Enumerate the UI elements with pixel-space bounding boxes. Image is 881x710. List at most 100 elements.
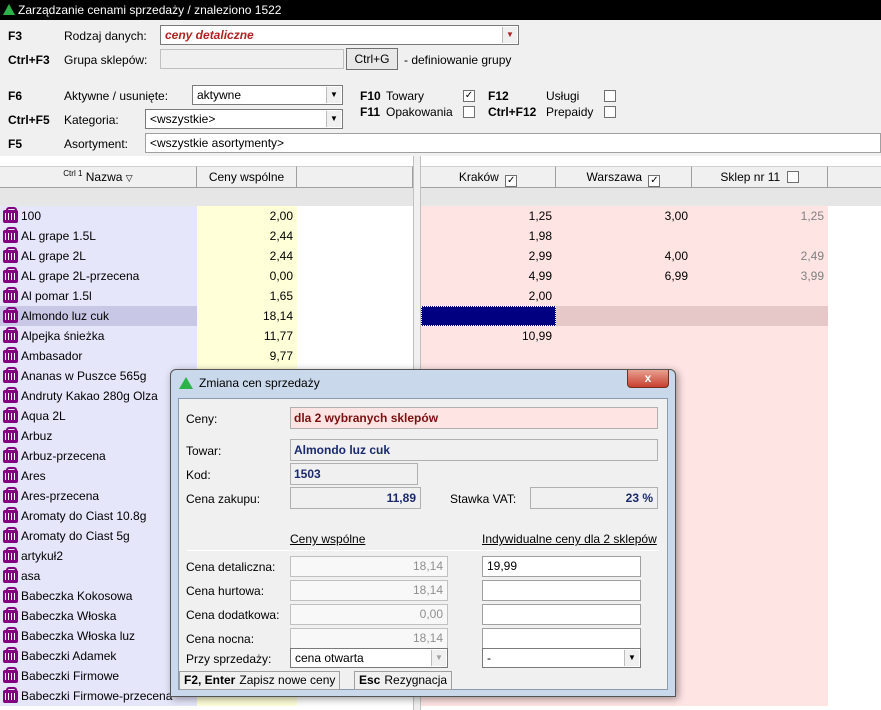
table-row[interactable]: Ambasador 9,77: [0, 346, 881, 366]
store-krakow-checkbox[interactable]: ✓: [505, 175, 518, 187]
row-warszawa-price[interactable]: [556, 306, 692, 326]
row-krakow-price[interactable]: 10,99: [421, 326, 556, 346]
store-group-field[interactable]: [160, 49, 344, 69]
row-name-cell[interactable]: Babeczki Firmowe-przecena: [0, 686, 197, 706]
row-name-cell[interactable]: Alpejka śnieżka: [0, 326, 197, 346]
row-common-price[interactable]: 2,44: [197, 226, 297, 246]
row-warszawa-price[interactable]: [556, 226, 692, 246]
row-common-price[interactable]: 18,14: [197, 306, 297, 326]
row-store-11-price[interactable]: [692, 546, 828, 566]
row-store-11-price[interactable]: [692, 486, 828, 506]
type-packaging-checkbox[interactable]: [463, 106, 475, 118]
row-common-price[interactable]: 0,00: [197, 266, 297, 286]
chevron-down-icon[interactable]: ▼: [326, 111, 341, 127]
store-warszawa-checkbox[interactable]: ✓: [648, 175, 661, 187]
row-store-11-price[interactable]: [692, 506, 828, 526]
row-store-11-price[interactable]: [692, 226, 828, 246]
row-name-cell[interactable]: 100: [0, 206, 197, 226]
row-krakow-price[interactable]: [421, 346, 556, 366]
row-common-price[interactable]: 11,77: [197, 326, 297, 346]
row-store-11-price[interactable]: [692, 566, 828, 586]
row-name-cell[interactable]: AL grape 1.5L: [0, 226, 197, 246]
price-row-individual-input[interactable]: [482, 628, 641, 649]
table-row[interactable]: 100 2,00 1,25 3,00 1,25: [0, 206, 881, 226]
column-header-store-11[interactable]: Sklep nr 11: [692, 166, 828, 188]
row-warszawa-price[interactable]: 3,00: [556, 206, 692, 226]
row-name-cell[interactable]: artykuł2: [0, 546, 197, 566]
close-button[interactable]: x: [627, 370, 669, 388]
row-common-price[interactable]: 2,00: [197, 206, 297, 226]
cancel-button[interactable]: Esc Rezygnacja: [354, 671, 453, 690]
row-store-11-price[interactable]: [692, 286, 828, 306]
store-11-checkbox[interactable]: [786, 171, 799, 183]
table-row[interactable]: Al pomar 1.5l 1,65 2,00: [0, 286, 881, 306]
row-store-11-price[interactable]: [692, 326, 828, 346]
row-common-price[interactable]: 1,65: [197, 286, 297, 306]
row-store-11-price[interactable]: 1,25: [692, 206, 828, 226]
dialog-titlebar[interactable]: Zmiana cen sprzedaży x: [171, 370, 675, 398]
row-name-cell[interactable]: Aromaty do Ciast 10.8g: [0, 506, 197, 526]
table-row[interactable]: AL grape 2L 2,44 2,99 4,00 2,49: [0, 246, 881, 266]
chevron-down-icon[interactable]: ▼: [624, 650, 639, 666]
row-krakow-price[interactable]: 2,00: [421, 286, 556, 306]
chevron-down-icon[interactable]: ▼: [326, 87, 341, 103]
row-store-11-price[interactable]: [692, 666, 828, 686]
row-name-cell[interactable]: Arbuz-przecena: [0, 446, 197, 466]
row-store-11-price[interactable]: [692, 426, 828, 446]
row-store-11-price[interactable]: 2,49: [692, 246, 828, 266]
assortment-field[interactable]: <wszystkie asortymenty>: [145, 133, 881, 153]
row-name-cell[interactable]: Ambasador: [0, 346, 197, 366]
row-name-cell[interactable]: Ananas w Puszce 565g: [0, 366, 197, 386]
row-krakow-price[interactable]: [421, 306, 556, 326]
row-name-cell[interactable]: Ares: [0, 466, 197, 486]
row-name-cell[interactable]: Aqua 2L: [0, 406, 197, 426]
row-name-cell[interactable]: asa: [0, 566, 197, 586]
row-name-cell[interactable]: Babeczka Włoska: [0, 606, 197, 626]
type-goods-checkbox[interactable]: ✓: [463, 90, 475, 102]
row-krakow-price[interactable]: 1,25: [421, 206, 556, 226]
row-krakow-price[interactable]: 4,99: [421, 266, 556, 286]
chevron-down-icon[interactable]: ▼: [502, 27, 517, 43]
type-services-checkbox[interactable]: [604, 90, 616, 102]
column-header-name[interactable]: Ctrl 1 Nazwa ▽: [0, 166, 197, 188]
row-krakow-price[interactable]: 2,99: [421, 246, 556, 266]
row-name-cell[interactable]: Babeczki Firmowe: [0, 666, 197, 686]
data-type-select[interactable]: ceny detaliczne ▼: [160, 25, 519, 45]
table-row[interactable]: AL grape 1.5L 2,44 1,98: [0, 226, 881, 246]
row-name-cell[interactable]: Almondo luz cuk: [0, 306, 197, 326]
row-store-11-price[interactable]: 3,99: [692, 266, 828, 286]
row-store-11-price[interactable]: [692, 686, 828, 706]
column-header-warszawa[interactable]: Warszawa ✓: [556, 166, 692, 188]
category-select[interactable]: <wszystkie> ▼: [145, 109, 343, 129]
table-row[interactable]: Alpejka śnieżka 11,77 10,99: [0, 326, 881, 346]
row-store-11-price[interactable]: [692, 466, 828, 486]
row-store-11-price[interactable]: [692, 626, 828, 646]
table-row[interactable]: Almondo luz cuk 18,14: [0, 306, 881, 326]
sale-mode-individual-select[interactable]: - ▼: [482, 648, 641, 668]
type-prepaid-checkbox[interactable]: [604, 106, 616, 118]
price-row-individual-input[interactable]: [482, 580, 641, 601]
price-row-individual-input[interactable]: [482, 604, 641, 625]
define-group-button[interactable]: Ctrl+G: [346, 48, 398, 70]
sale-mode-common-select[interactable]: cena otwarta ▼: [290, 648, 448, 668]
row-name-cell[interactable]: Andruty Kakao 280g Olza: [0, 386, 197, 406]
row-name-cell[interactable]: AL grape 2L-przecena: [0, 266, 197, 286]
price-row-individual-input[interactable]: 19,99: [482, 556, 641, 577]
row-store-11-price[interactable]: [692, 406, 828, 426]
column-header-common[interactable]: Ceny wspólne: [197, 166, 297, 188]
row-warszawa-price[interactable]: 4,00: [556, 246, 692, 266]
row-store-11-price[interactable]: [692, 446, 828, 466]
row-name-cell[interactable]: AL grape 2L: [0, 246, 197, 266]
row-store-11-price[interactable]: [692, 306, 828, 326]
row-name-cell[interactable]: Babeczka Kokosowa: [0, 586, 197, 606]
row-store-11-price[interactable]: [692, 606, 828, 626]
row-store-11-price[interactable]: [692, 646, 828, 666]
row-name-cell[interactable]: Aromaty do Ciast 5g: [0, 526, 197, 546]
row-warszawa-price[interactable]: [556, 326, 692, 346]
row-krakow-price[interactable]: 1,98: [421, 226, 556, 246]
row-common-price[interactable]: 9,77: [197, 346, 297, 366]
row-warszawa-price[interactable]: 6,99: [556, 266, 692, 286]
row-store-11-price[interactable]: [692, 346, 828, 366]
column-header-krakow[interactable]: Kraków ✓: [421, 166, 556, 188]
row-store-11-price[interactable]: [692, 386, 828, 406]
